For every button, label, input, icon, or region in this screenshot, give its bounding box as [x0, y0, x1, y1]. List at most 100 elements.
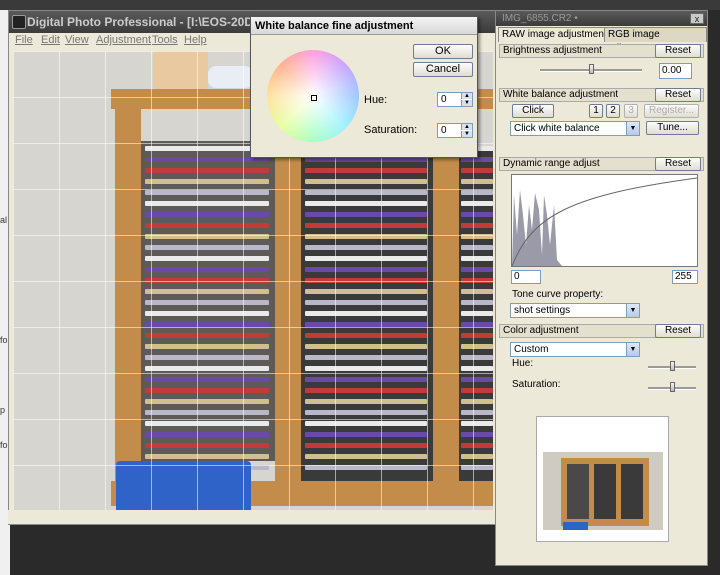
grid-line	[13, 189, 493, 190]
color-reset-button[interactable]: Reset	[655, 324, 701, 338]
tab-raw-adjustment[interactable]: RAW image adjustment	[498, 27, 611, 42]
register-button[interactable]: Register...	[644, 104, 699, 118]
brightness-slider-thumb[interactable]	[589, 64, 594, 74]
disc-case	[461, 256, 493, 261]
histogram-graph[interactable]	[511, 174, 698, 267]
wb-fine-adjust-dialog: White balance fine adjustment OK Cancel …	[250, 16, 478, 158]
color-adjustment-label: Color adjustment	[503, 325, 579, 336]
white-balance-label: White balance adjustment	[503, 89, 619, 100]
status-bar	[8, 510, 498, 524]
color-hue-slider-thumb[interactable]	[670, 361, 675, 371]
menu-edit[interactable]: Edit	[41, 34, 60, 46]
disc-case	[145, 366, 269, 371]
histogram-svg	[512, 177, 697, 266]
app-icon	[12, 15, 26, 29]
tone-curve-select[interactable]: shot settings ▼	[510, 303, 640, 318]
disc-case	[305, 333, 427, 338]
thumbnail-discs	[567, 464, 589, 519]
color-saturation-slider-thumb[interactable]	[670, 382, 675, 392]
disc-case	[305, 421, 427, 426]
dynamic-range-reset-button[interactable]: Reset	[655, 157, 701, 171]
range-min-field[interactable]: 0	[511, 270, 541, 284]
chevron-down-icon[interactable]: ▼	[626, 343, 639, 356]
close-icon[interactable]: x	[690, 13, 704, 24]
palette-titlebar[interactable]: IMG_6855.CR2 • x	[496, 11, 707, 26]
disc-case	[305, 311, 427, 316]
menu-view[interactable]: View	[65, 34, 89, 46]
disc-case	[305, 388, 427, 393]
disc-case	[461, 168, 493, 173]
disc-case	[305, 366, 427, 371]
wb-preset-2-button[interactable]: 2	[606, 104, 620, 118]
disc-case	[461, 201, 493, 206]
spin-up-icon[interactable]: ▲	[461, 124, 472, 130]
dialog-title[interactable]: White balance fine adjustment	[251, 17, 477, 35]
disc-case	[305, 410, 427, 415]
disc-case	[461, 344, 493, 349]
disc-case	[145, 267, 269, 272]
spin-down-icon[interactable]: ▼	[461, 100, 472, 106]
navigator-thumbnail[interactable]	[536, 416, 669, 542]
disc-case	[305, 190, 427, 195]
disc-case	[461, 454, 493, 459]
menu-file[interactable]: File	[15, 34, 33, 46]
disc-case	[145, 443, 269, 448]
disc-case	[461, 245, 493, 250]
disc-case	[145, 245, 269, 250]
tone-curve-value: shot settings	[514, 305, 571, 316]
disc-case	[145, 300, 269, 305]
tab-rgb-adjustment[interactable]: RGB image adjustment	[604, 27, 707, 54]
white-balance-reset-button[interactable]: Reset	[655, 88, 701, 102]
wb-preset-select[interactable]: Click white balance ▼	[510, 121, 640, 136]
click-wb-button[interactable]: Click	[512, 104, 554, 118]
left-text-fragment: p	[0, 405, 6, 415]
left-text-fragment: fo	[0, 440, 8, 450]
wb-preset-value: Click white balance	[514, 123, 600, 134]
disc-case	[145, 190, 269, 195]
disc-case	[305, 399, 427, 404]
saturation-spinner[interactable]: 0 ▲ ▼	[437, 123, 473, 138]
disc-case	[305, 443, 427, 448]
blue-container	[116, 461, 251, 511]
menu-adjustment[interactable]: Adjustment	[96, 34, 151, 46]
disc-case	[145, 333, 269, 338]
grid-line	[13, 419, 493, 420]
brightness-reset-button[interactable]: Reset	[655, 44, 701, 58]
range-max-field[interactable]: 255	[672, 270, 698, 284]
box-on-shelf	[153, 51, 208, 89]
wb-preset-3-button[interactable]: 3	[624, 104, 638, 118]
disc-case	[145, 377, 269, 382]
hue-spinner[interactable]: 0 ▲ ▼	[437, 92, 473, 107]
grid-line	[13, 235, 493, 236]
spin-down-icon[interactable]: ▼	[461, 131, 472, 137]
shelf-post	[115, 109, 141, 499]
disc-case	[461, 366, 493, 371]
cancel-button[interactable]: Cancel	[413, 62, 473, 77]
disc-case	[305, 289, 427, 294]
brightness-label: Brightness adjustment	[503, 45, 602, 56]
menu-tools[interactable]: Tools	[152, 34, 178, 46]
chevron-down-icon[interactable]: ▼	[626, 122, 639, 135]
disc-case	[461, 289, 493, 294]
disc-case	[145, 212, 269, 217]
disc-case	[305, 355, 427, 360]
chevron-down-icon[interactable]: ▼	[626, 304, 639, 317]
brightness-value-field[interactable]: 0.00	[659, 63, 692, 79]
disc-case	[461, 190, 493, 195]
disc-case	[145, 388, 269, 393]
ok-button[interactable]: OK	[413, 44, 473, 59]
disc-case	[145, 311, 269, 316]
spin-up-icon[interactable]: ▲	[461, 93, 472, 99]
desktop-top-strip	[0, 0, 720, 10]
wheel-marker[interactable]	[311, 95, 317, 101]
left-text-fragment: fo	[0, 335, 8, 345]
wb-preset-1-button[interactable]: 1	[589, 104, 603, 118]
menu-help[interactable]: Help	[184, 34, 207, 46]
grid-line	[13, 373, 493, 374]
disc-case	[145, 355, 269, 360]
color-mode-value: Custom	[514, 344, 549, 355]
thumbnail-discs	[621, 464, 643, 519]
color-mode-select[interactable]: Custom ▼	[510, 342, 640, 357]
disc-case	[305, 223, 427, 228]
tune-button[interactable]: Tune...	[646, 121, 699, 135]
